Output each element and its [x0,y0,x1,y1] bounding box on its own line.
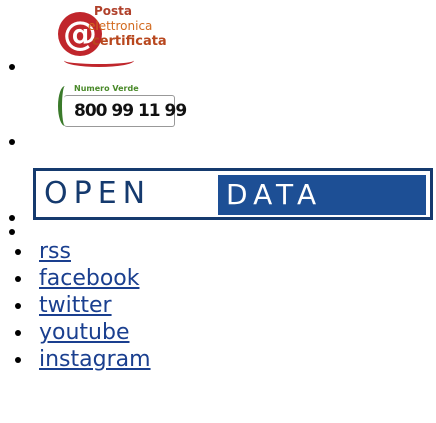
rss-link[interactable]: rss [39,238,71,265]
open-data-banner[interactable]: OPEN DATA [33,168,433,220]
list-bullet [15,357,21,363]
list-bullet [9,139,15,145]
list-bullet [15,330,21,336]
list-bullet [15,249,21,255]
numero-verde-link[interactable]: Numero Verde 800 99 11 99 [58,84,187,128]
open-data-data-text: DATA [218,175,426,215]
list-bullet [15,303,21,309]
pec-line3: certificata [92,34,167,49]
pec-logo-link[interactable]: @ Posta elettronica certificata [58,4,178,74]
instagram-link[interactable]: instagram [39,346,151,373]
youtube-link[interactable]: youtube [39,319,130,346]
twitter-link[interactable]: twitter [39,292,112,319]
phone-bracket-icon [58,86,72,126]
facebook-link[interactable]: facebook [39,265,139,292]
pec-line2: elettronica [88,19,153,33]
list-bullet [9,64,15,70]
list-bullet [15,276,21,282]
pec-logo-text: Posta elettronica certificata [88,4,198,50]
numero-verde-number: 800 99 11 99 [74,101,187,121]
list-bullet [9,229,15,235]
open-data-open-text: OPEN [44,176,152,211]
numero-verde-title: Numero Verde [74,84,139,93]
pec-line1: Posta [94,4,133,18]
logo-swash [64,54,134,67]
list-bullet [9,215,15,221]
